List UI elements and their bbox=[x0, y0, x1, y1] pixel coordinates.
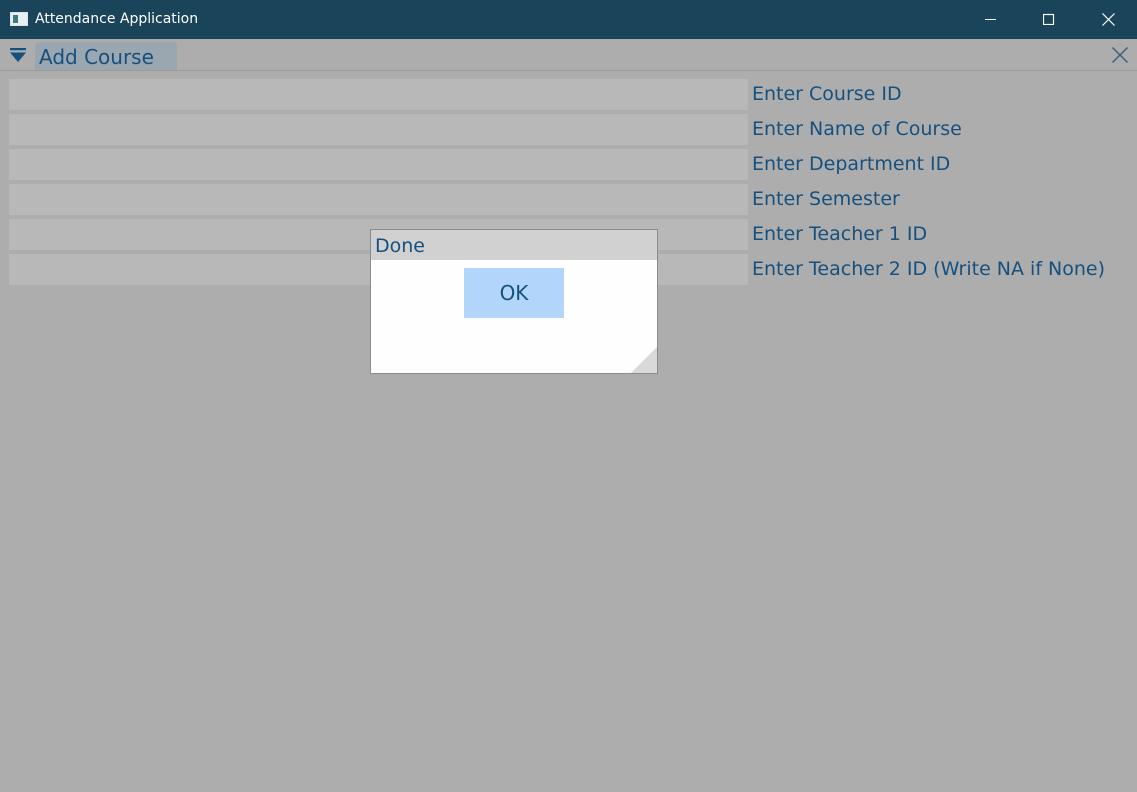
done-dialog: Done OK bbox=[370, 229, 658, 374]
form-row-semester: Enter Semester bbox=[9, 184, 1137, 215]
department-id-label: Enter Department ID bbox=[752, 153, 951, 175]
form-row-course-id: Enter Course ID bbox=[9, 79, 1137, 110]
course-id-input[interactable] bbox=[9, 79, 748, 110]
tab-bar: Add Course bbox=[0, 39, 1137, 71]
maximize-button[interactable] bbox=[1020, 0, 1078, 39]
title-bar[interactable]: Attendance Application bbox=[0, 0, 1137, 39]
tab-add-course[interactable]: Add Course bbox=[35, 42, 177, 70]
form-row-course-name: Enter Name of Course bbox=[9, 114, 1137, 145]
app-window: Attendance Application Add Course Enter … bbox=[0, 0, 1137, 792]
minimize-icon bbox=[985, 19, 996, 20]
teacher-1-id-label: Enter Teacher 1 ID bbox=[752, 223, 928, 245]
form-row-department-id: Enter Department ID bbox=[9, 149, 1137, 180]
teacher-2-id-label: Enter Teacher 2 ID (Write NA if None) bbox=[752, 258, 1106, 280]
semester-input[interactable] bbox=[9, 184, 748, 215]
app-icon bbox=[10, 12, 28, 26]
dropdown-triangle-icon[interactable] bbox=[9, 47, 27, 65]
course-name-input[interactable] bbox=[9, 114, 748, 145]
window-title: Attendance Application bbox=[35, 11, 199, 27]
ok-button[interactable]: OK bbox=[464, 268, 564, 318]
course-id-label: Enter Course ID bbox=[752, 83, 902, 105]
window-close-button[interactable] bbox=[1079, 0, 1137, 39]
minimize-button[interactable] bbox=[962, 0, 1020, 39]
tab-close-icon[interactable] bbox=[1111, 46, 1129, 64]
resize-grip-icon[interactable] bbox=[631, 347, 657, 373]
dialog-title: Done bbox=[375, 235, 425, 257]
semester-label: Enter Semester bbox=[752, 188, 900, 210]
department-id-input[interactable] bbox=[9, 149, 748, 180]
maximize-icon bbox=[1043, 13, 1055, 25]
dialog-header[interactable]: Done bbox=[371, 230, 657, 260]
course-name-label: Enter Name of Course bbox=[752, 118, 962, 140]
close-icon bbox=[1102, 13, 1115, 26]
tab-label: Add Course bbox=[39, 45, 154, 69]
